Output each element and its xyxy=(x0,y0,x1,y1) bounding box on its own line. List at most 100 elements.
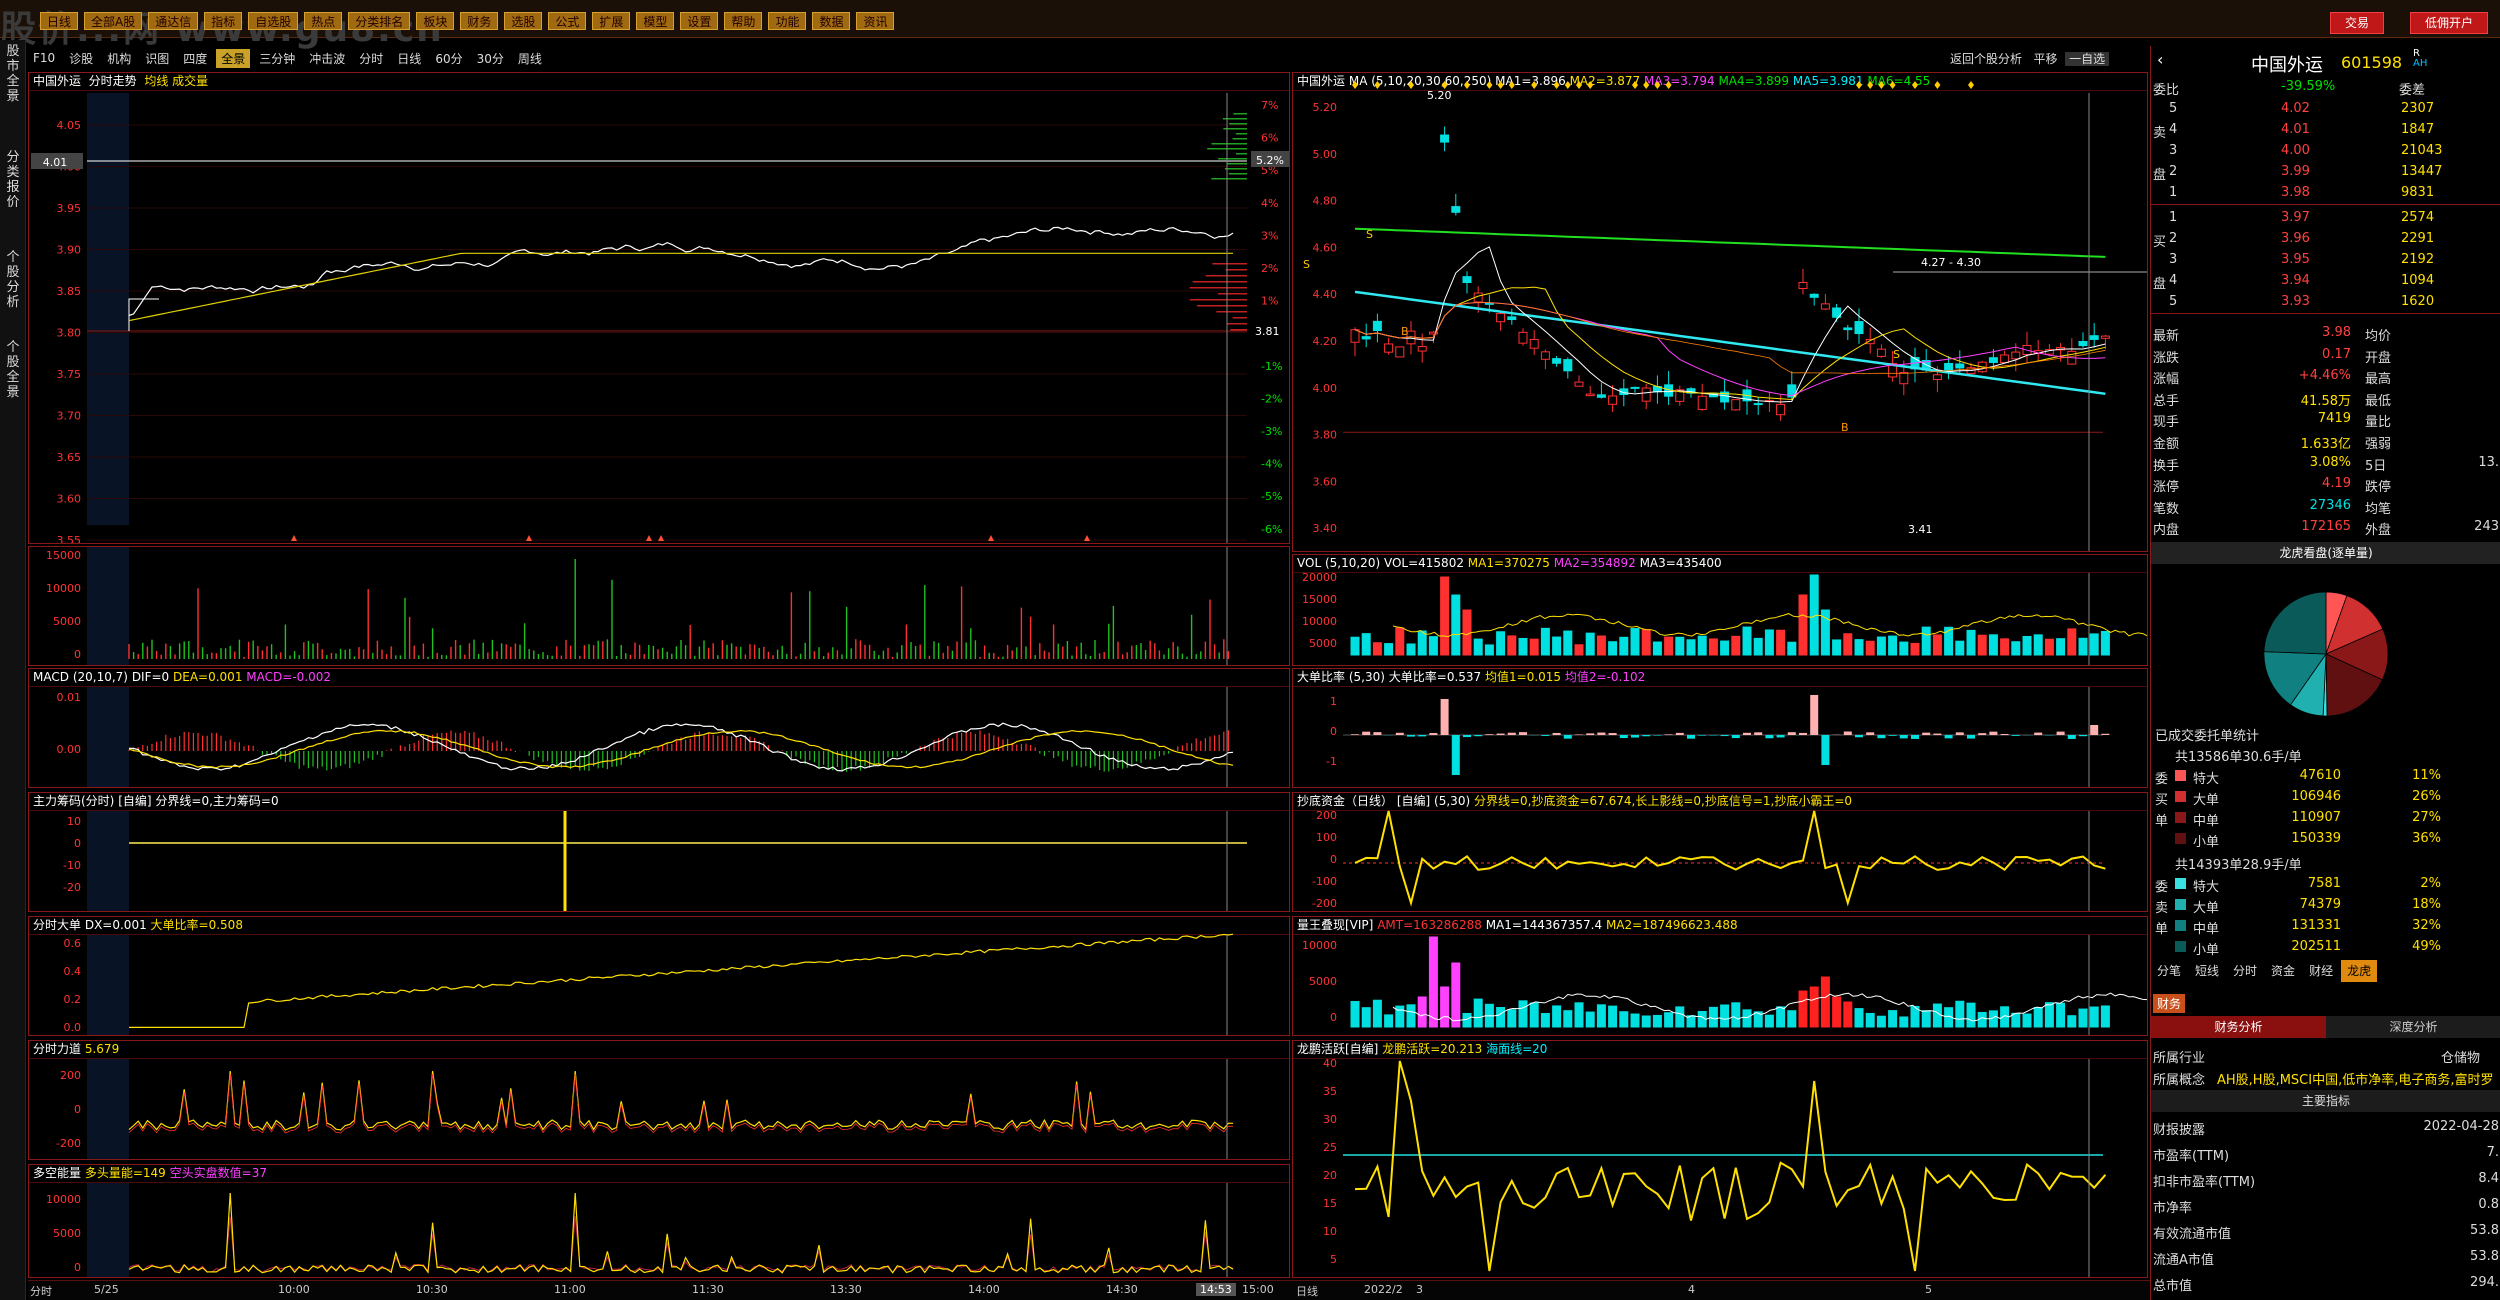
deep-analysis-tab[interactable]: 深度分析 xyxy=(2326,1016,2500,1038)
view-tab[interactable]: 四度 xyxy=(178,49,212,68)
pan-button[interactable]: 平移 xyxy=(2033,52,2057,66)
view-tab[interactable]: 分时 xyxy=(354,49,388,68)
menu-item[interactable]: 资讯 xyxy=(856,12,895,30)
fin-label: 有效流通市值 xyxy=(2153,1227,2232,1242)
menu-item[interactable]: 帮助 xyxy=(724,12,763,30)
menu-item[interactable]: 分类排名 xyxy=(348,12,411,30)
view-tab[interactable]: 机构 xyxy=(102,49,136,68)
menu-item[interactable]: 功能 xyxy=(768,12,807,30)
sidebar-tab[interactable]: 资金 xyxy=(2265,960,2301,982)
candle-body xyxy=(1507,316,1517,321)
menu-item[interactable]: 板块 xyxy=(416,12,455,30)
view-tab[interactable]: 诊股 xyxy=(64,49,98,68)
order-pct: 18% xyxy=(2412,897,2441,912)
menu-item[interactable]: 全部A股 xyxy=(84,12,143,30)
sidebar-tab[interactable]: 分时 xyxy=(2227,960,2263,982)
view-tab[interactable]: 识图 xyxy=(140,49,174,68)
bigorder-tick: 0.2 xyxy=(64,993,82,1006)
macd-chart[interactable]: 0.01 0.00 xyxy=(29,669,1290,788)
vol-chart[interactable]: 20000 15000 10000 5000 xyxy=(1293,555,2148,666)
bigratio-chart[interactable]: 1 0 -1 xyxy=(1293,669,2148,788)
daily-mode-button[interactable]: 日线 xyxy=(1296,1283,1318,1299)
buy-level-row[interactable]: 3 3.95 2192 xyxy=(2151,249,2500,270)
menu-item[interactable]: 数据 xyxy=(812,12,851,30)
intraday-chart[interactable]: 4.054.003.953.903.853.803.753.703.653.60… xyxy=(29,73,1290,544)
intraday-volume-chart[interactable]: 15000 10000 5000 0 xyxy=(29,547,1290,666)
sidebar-tab[interactable]: 财经 xyxy=(2303,960,2339,982)
bigratio-bar xyxy=(2079,735,2087,737)
back-icon[interactable]: ‹ xyxy=(2157,50,2163,69)
view-tab[interactable]: 周线 xyxy=(513,49,547,68)
back-to-analysis-link[interactable]: 返回个股分析 xyxy=(1950,52,2022,66)
menu-item[interactable]: 扩展 xyxy=(592,12,631,30)
force-chart[interactable]: 200 0 -200 xyxy=(29,1041,1290,1160)
left-tab-stock-analysis[interactable]: 个股分析 xyxy=(2,250,24,310)
open-account-button[interactable]: 低佣开户 xyxy=(2410,12,2489,34)
menu-item[interactable]: 自选股 xyxy=(248,12,299,30)
menu-item[interactable]: 模型 xyxy=(636,12,675,30)
sell-level-row[interactable]: 1 3.98 9831 xyxy=(2151,182,2500,203)
vol-bar xyxy=(2000,638,2010,656)
left-tab-market-overview[interactable]: 股市全景 xyxy=(2,44,24,104)
view-tab[interactable]: 全景 xyxy=(216,48,251,68)
dragon-chart[interactable]: 40 35 30 25 20 15 10 5 xyxy=(1293,1041,2148,1278)
view-tab[interactable]: 冲击波 xyxy=(304,49,350,68)
sell-level-row[interactable]: 3 4.00 21043 xyxy=(2151,140,2500,161)
view-tab[interactable]: F10 xyxy=(28,50,60,66)
kingvol-chart[interactable]: 10000 5000 0 xyxy=(1293,917,2148,1036)
buy-level-row[interactable]: 1 3.97 2574 xyxy=(2151,207,2500,228)
view-tab[interactable]: 三分钟 xyxy=(254,49,300,68)
fin-analysis-tab[interactable]: 财务分析 xyxy=(2151,1016,2326,1038)
buy-level-row[interactable]: 盘 4 3.94 1094 xyxy=(2151,270,2500,292)
menu-item[interactable]: 设置 xyxy=(680,12,719,30)
menu-item[interactable]: 财务 xyxy=(460,12,499,30)
view-toolbar: F10 诊股 机构 识图 四度 全景 三分钟 冲击波 分时 日线 60分 30分 周线 xyxy=(28,46,1290,70)
level-price: 4.01 xyxy=(2281,122,2310,137)
vol-bar xyxy=(1608,641,1618,656)
stat-row: 内盘 172165 外盘 243 xyxy=(2151,516,2500,538)
menu-item[interactable]: 选股 xyxy=(504,12,543,30)
level-price: 3.95 xyxy=(2281,252,2310,267)
bottomfund-tick: -200 xyxy=(1312,897,1337,910)
menu-item[interactable]: 热点 xyxy=(304,12,343,30)
sidebar-tab[interactable]: 分笔 xyxy=(2151,960,2187,982)
time-label: 10:00 xyxy=(278,1283,310,1296)
buy-level-row[interactable]: 买 2 3.96 2291 xyxy=(2151,228,2500,250)
left-tab-category-quotes[interactable]: 分类报价 xyxy=(2,150,24,210)
stat-value: 41.58万 xyxy=(2300,393,2351,409)
sidebar-tab[interactable]: 龙虎 xyxy=(2341,960,2378,982)
level-price: 3.99 xyxy=(2281,164,2310,179)
left-tab-stock-overview[interactable]: 个股全景 xyxy=(2,340,24,400)
self-select-dropdown[interactable]: 一自选 xyxy=(2065,52,2110,66)
sell-level-row[interactable]: 卖 4 4.01 1847 xyxy=(2151,119,2500,141)
view-tab[interactable]: 60分 xyxy=(430,49,467,68)
energy-chart[interactable]: 10000 5000 0 xyxy=(29,1165,1290,1278)
order-stat-row: 委 特大 47610 11% xyxy=(2151,765,2500,787)
buy-level-row[interactable]: 5 3.93 1620 xyxy=(2151,291,2500,312)
stat-row: 现手 7419 量比 xyxy=(2151,408,2500,430)
vol-bar xyxy=(1440,576,1450,656)
intraday-mode-button[interactable]: 分时 xyxy=(30,1283,52,1299)
dragon-tick: 40 xyxy=(1323,1057,1337,1070)
menu-item[interactable]: 日线 xyxy=(40,12,79,30)
vol-bar xyxy=(1361,633,1371,656)
menu-item[interactable]: 公式 xyxy=(548,12,587,30)
daily-kline-chart[interactable]: 5.20 5.00 4.80 4.60 4.40 4.20 4.00 3.80 3.60 3.40… xyxy=(1293,73,2148,552)
sell-level-row[interactable]: 5 4.02 2307 xyxy=(2151,98,2500,119)
menu-item[interactable]: 通达信 xyxy=(148,12,199,30)
bottomfund-chart[interactable]: 200 100 0 -100 -200 xyxy=(1293,793,2148,912)
color-swatch xyxy=(2175,791,2186,802)
trade-button[interactable]: 交易 xyxy=(2330,12,2385,34)
menu-item[interactable]: 指标 xyxy=(204,12,243,30)
fin-row: 扣非市盈率(TTM) 8.4 xyxy=(2151,1168,2500,1190)
finance-tab[interactable]: 财务 xyxy=(2153,994,2186,1013)
order-side: 单 xyxy=(2155,814,2169,829)
chip-chart[interactable]: 10 0 -10 -20 xyxy=(29,793,1290,912)
view-tab[interactable]: 日线 xyxy=(392,49,426,68)
signal-diamond xyxy=(1564,81,1571,89)
sidebar-tab[interactable]: 短线 xyxy=(2189,960,2225,982)
sell-level-row[interactable]: 盘 2 3.99 13447 xyxy=(2151,161,2500,183)
bigratio-bar xyxy=(1507,732,1516,735)
view-tab[interactable]: 30分 xyxy=(472,49,509,68)
bigorder-chart[interactable]: 0.6 0.4 0.2 0.0 xyxy=(29,917,1290,1036)
